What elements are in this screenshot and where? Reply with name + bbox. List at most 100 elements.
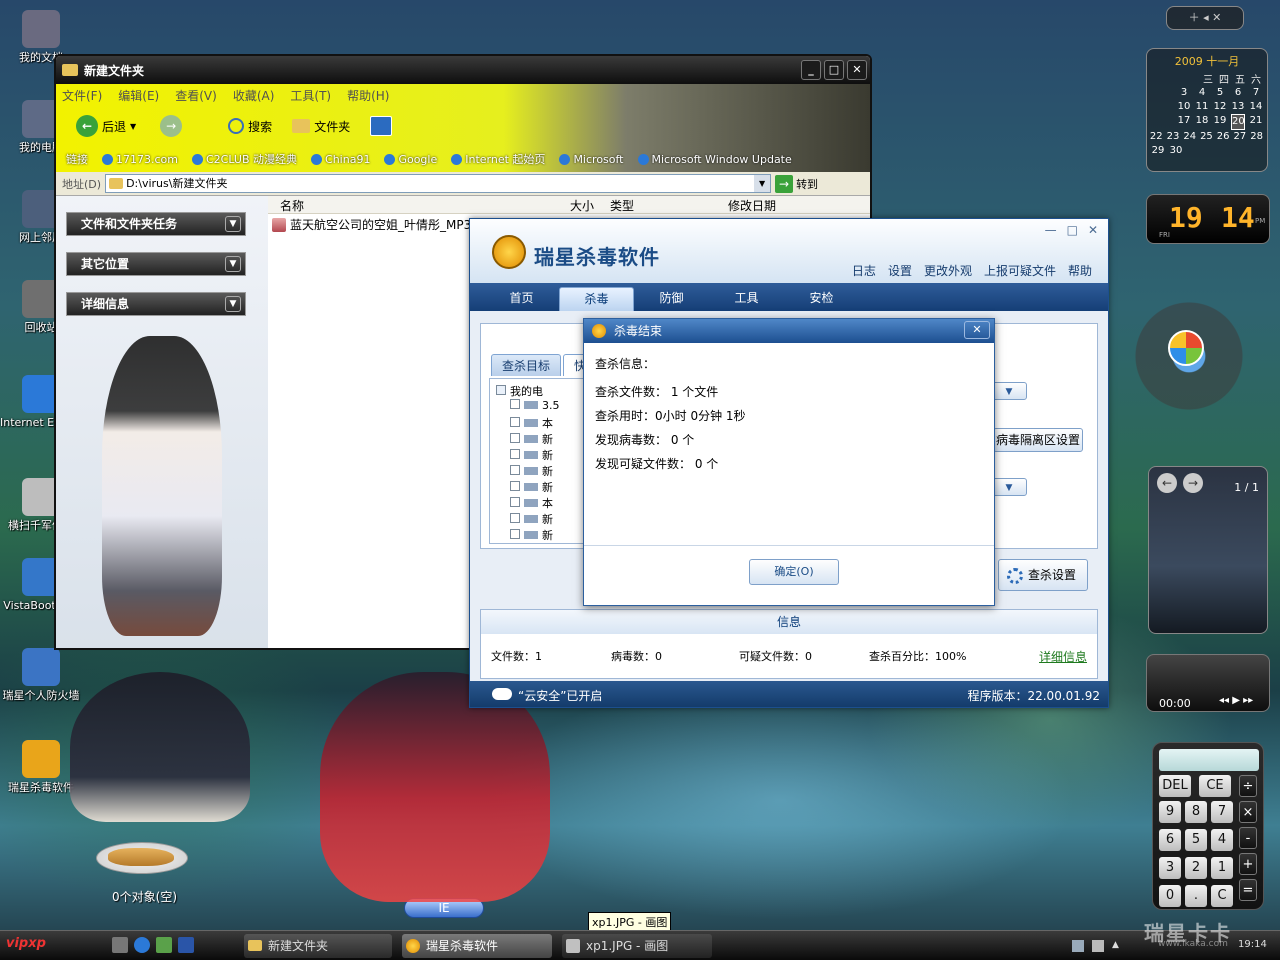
ce-key[interactable]: CE	[1199, 775, 1231, 797]
menu-item[interactable]: 查看(V)	[175, 87, 217, 104]
del-key[interactable]: DEL	[1159, 775, 1191, 797]
column-name[interactable]: 名称	[280, 197, 304, 214]
sidebar-controls[interactable]: ＋ ◂ ✕	[1166, 6, 1244, 30]
menu-item[interactable]: 工具(T)	[290, 87, 331, 104]
checkbox[interactable]	[510, 465, 520, 475]
link-item[interactable]: C2CLUB 动漫经典	[191, 151, 297, 167]
tree-item[interactable]: 新	[510, 447, 553, 463]
quarantine-settings-button[interactable]: 病毒隔离区设置	[993, 428, 1083, 452]
tree-item[interactable]: 新	[510, 511, 553, 527]
ie-icon[interactable]	[134, 937, 150, 953]
word-icon[interactable]	[178, 937, 194, 953]
tree-item[interactable]: 本	[510, 415, 553, 431]
start-button[interactable]: vipxp	[6, 936, 46, 951]
menu-item[interactable]: 帮助(H)	[347, 87, 389, 104]
calculator-operator[interactable]: -	[1239, 827, 1257, 849]
main-tab[interactable]: 首页	[484, 289, 559, 306]
main-tab[interactable]: 工具	[709, 289, 784, 306]
calculator-key[interactable]: 3	[1159, 857, 1181, 879]
calendar-day[interactable]: 10	[1177, 100, 1191, 114]
address-input[interactable]: D:\virus\新建文件夹 ▼	[105, 174, 772, 193]
menu-item[interactable]: 收藏(A)	[233, 87, 275, 104]
header-link[interactable]: 更改外观	[924, 262, 972, 279]
search-button[interactable]: 搜索	[228, 118, 272, 135]
views-button[interactable]	[370, 116, 393, 136]
calendar-day[interactable]: 3	[1177, 86, 1191, 100]
header-link[interactable]: 设置	[888, 262, 912, 279]
column-type[interactable]: 类型	[610, 197, 634, 214]
scan-subtab[interactable]: 查杀目标	[491, 354, 562, 376]
previous-icon[interactable]: ←	[1157, 473, 1177, 493]
back-button[interactable]: ← 后退 ▼	[76, 115, 136, 137]
calculator-operator[interactable]: ÷	[1239, 775, 1257, 797]
menu-item[interactable]: 编辑(E)	[118, 87, 159, 104]
tree-item[interactable]: 新	[510, 431, 553, 447]
task-details[interactable]: 详细信息 ▼	[66, 292, 246, 316]
calculator-key[interactable]: 7	[1211, 801, 1233, 823]
header-link[interactable]: 日志	[852, 262, 876, 279]
header-link[interactable]: 上报可疑文件	[984, 262, 1056, 279]
checkbox[interactable]	[510, 433, 520, 443]
show-desktop-icon[interactable]	[112, 937, 128, 953]
link-item[interactable]: Google	[384, 153, 437, 166]
checkbox[interactable]	[510, 513, 520, 523]
details-link[interactable]: 详细信息	[1039, 648, 1087, 665]
calculator-key[interactable]: 6	[1159, 829, 1181, 851]
calendar-day[interactable]: 12	[1213, 100, 1227, 114]
link-item[interactable]: Microsoft	[559, 153, 624, 166]
go-button[interactable]: → 转到	[775, 174, 818, 193]
checkbox[interactable]	[510, 449, 520, 459]
task-antivirus[interactable]: 瑞星杀毒软件	[402, 934, 552, 958]
main-tab[interactable]: 安检	[784, 289, 859, 306]
tree-item[interactable]: 新	[510, 543, 553, 544]
media-icon[interactable]	[156, 937, 172, 953]
calendar-day[interactable]: 23	[1167, 130, 1180, 144]
media-controls[interactable]: ◂◂ ▶ ▸▸	[1219, 695, 1253, 706]
link-item[interactable]: Internet 起始页	[451, 151, 545, 167]
calendar-day[interactable]: 28	[1250, 130, 1263, 144]
menu-item[interactable]: 文件(F)	[62, 87, 102, 104]
next-icon[interactable]: →	[1183, 473, 1203, 493]
file-row[interactable]: 蓝天航空公司的空姐_叶倩彤_MP3_	[272, 216, 477, 233]
task-explorer[interactable]: 新建文件夹	[244, 934, 392, 958]
dropdown-arrow[interactable]: ▼	[991, 382, 1027, 400]
calendar-day[interactable]: 22	[1150, 130, 1163, 144]
link-item[interactable]: 17173.com	[102, 153, 178, 166]
checkbox[interactable]	[510, 481, 520, 491]
calendar-day[interactable]: 26	[1217, 130, 1230, 144]
calculator-operator[interactable]: +	[1239, 853, 1257, 875]
folders-button[interactable]: 文件夹	[292, 118, 350, 135]
calendar-day[interactable]: 11	[1195, 100, 1209, 114]
tree-item[interactable]: 新	[510, 463, 553, 479]
calculator-key[interactable]: 0	[1159, 885, 1181, 907]
main-tab[interactable]: 杀毒	[559, 287, 634, 311]
tree-item[interactable]: 新	[510, 527, 553, 543]
checkbox[interactable]	[510, 399, 520, 409]
checkbox[interactable]	[510, 529, 520, 539]
calendar-day[interactable]: 19	[1213, 114, 1227, 130]
task-paint[interactable]: xp1.JPG - 画图	[562, 934, 712, 958]
calendar-day[interactable]: 20	[1231, 114, 1245, 130]
maximize-button[interactable]: □	[824, 60, 844, 80]
chevron-down-icon[interactable]: ▼	[754, 175, 771, 192]
close-button[interactable]: ✕	[964, 321, 990, 339]
calculator-operator[interactable]: ×	[1239, 801, 1257, 823]
forward-button[interactable]: →	[160, 115, 183, 137]
calendar-day[interactable]: 7	[1249, 86, 1263, 100]
calculator-key[interactable]: 4	[1211, 829, 1233, 851]
calculator-key[interactable]: C	[1211, 885, 1233, 907]
checkbox[interactable]	[510, 417, 520, 427]
calculator-key[interactable]: 1	[1211, 857, 1233, 879]
tree-item[interactable]: 本	[510, 495, 553, 511]
main-tab[interactable]: 防御	[634, 289, 709, 306]
network-icon[interactable]	[1072, 940, 1084, 952]
calendar-day[interactable]: 18	[1195, 114, 1209, 130]
dropdown-arrow[interactable]: ▼	[991, 478, 1027, 496]
calculator-key[interactable]: .	[1185, 885, 1207, 907]
checkbox[interactable]	[510, 497, 520, 507]
scan-settings-button[interactable]: 查杀设置	[998, 559, 1088, 591]
windows-orb-icon[interactable]	[1168, 330, 1204, 366]
calculator-key[interactable]: 8	[1185, 801, 1207, 823]
calendar-day[interactable]: 5	[1213, 86, 1227, 100]
ok-button[interactable]: 确定(O)	[749, 559, 839, 585]
